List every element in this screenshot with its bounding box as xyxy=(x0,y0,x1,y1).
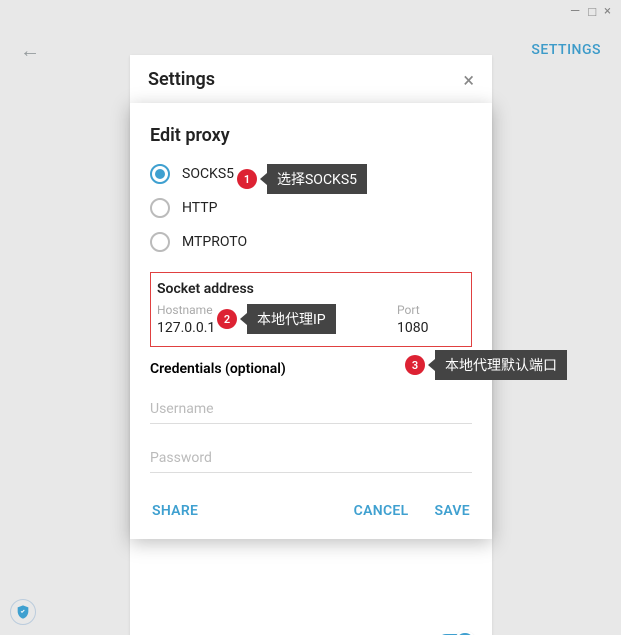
shield-check-icon xyxy=(15,604,31,620)
annotation-number: 1 xyxy=(237,169,257,189)
shield-badge[interactable] xyxy=(10,599,36,625)
password-input[interactable] xyxy=(150,444,472,473)
annotation-arrow-icon xyxy=(428,359,435,371)
annotation-1: 1 选择SOCKS5 xyxy=(237,164,367,194)
annotation-tip: 本地代理IP xyxy=(247,304,336,334)
annotation-arrow-icon xyxy=(260,173,267,185)
share-button[interactable]: SHARE xyxy=(150,497,200,525)
annotation-number: 3 xyxy=(405,355,425,375)
radio-icon xyxy=(150,164,170,184)
radio-icon xyxy=(150,232,170,252)
radio-http[interactable]: HTTP xyxy=(150,198,472,218)
username-input[interactable] xyxy=(150,395,472,424)
modal-title: Edit proxy xyxy=(150,125,472,146)
close-icon[interactable]: × xyxy=(463,70,474,90)
radio-label: MTPROTO xyxy=(182,234,247,250)
port-label: Port xyxy=(397,303,465,317)
radio-icon xyxy=(150,198,170,218)
annotation-tip: 本地代理默认端口 xyxy=(435,350,567,380)
scale-row[interactable]: Default interface scale xyxy=(140,624,482,635)
annotation-2: 2 本地代理IP xyxy=(217,304,336,334)
modal-actions: SHARE CANCEL SAVE xyxy=(150,497,472,525)
radio-mtproto[interactable]: MTPROTO xyxy=(150,232,472,252)
section-title: Socket address xyxy=(157,281,465,297)
cancel-button[interactable]: CANCEL xyxy=(352,497,411,525)
save-button[interactable]: SAVE xyxy=(432,497,472,525)
radio-label: SOCKS5 xyxy=(182,166,234,182)
annotation-tip: 选择SOCKS5 xyxy=(267,164,367,194)
annotation-arrow-icon xyxy=(240,313,247,325)
port-value: 1080 xyxy=(397,320,465,336)
annotation-3: 3 本地代理默认端口 xyxy=(405,350,567,380)
annotation-number: 2 xyxy=(217,309,237,329)
radio-label: HTTP xyxy=(182,200,217,216)
port-field[interactable]: Port 1080 xyxy=(397,303,465,336)
settings-title: Settings xyxy=(148,69,215,90)
